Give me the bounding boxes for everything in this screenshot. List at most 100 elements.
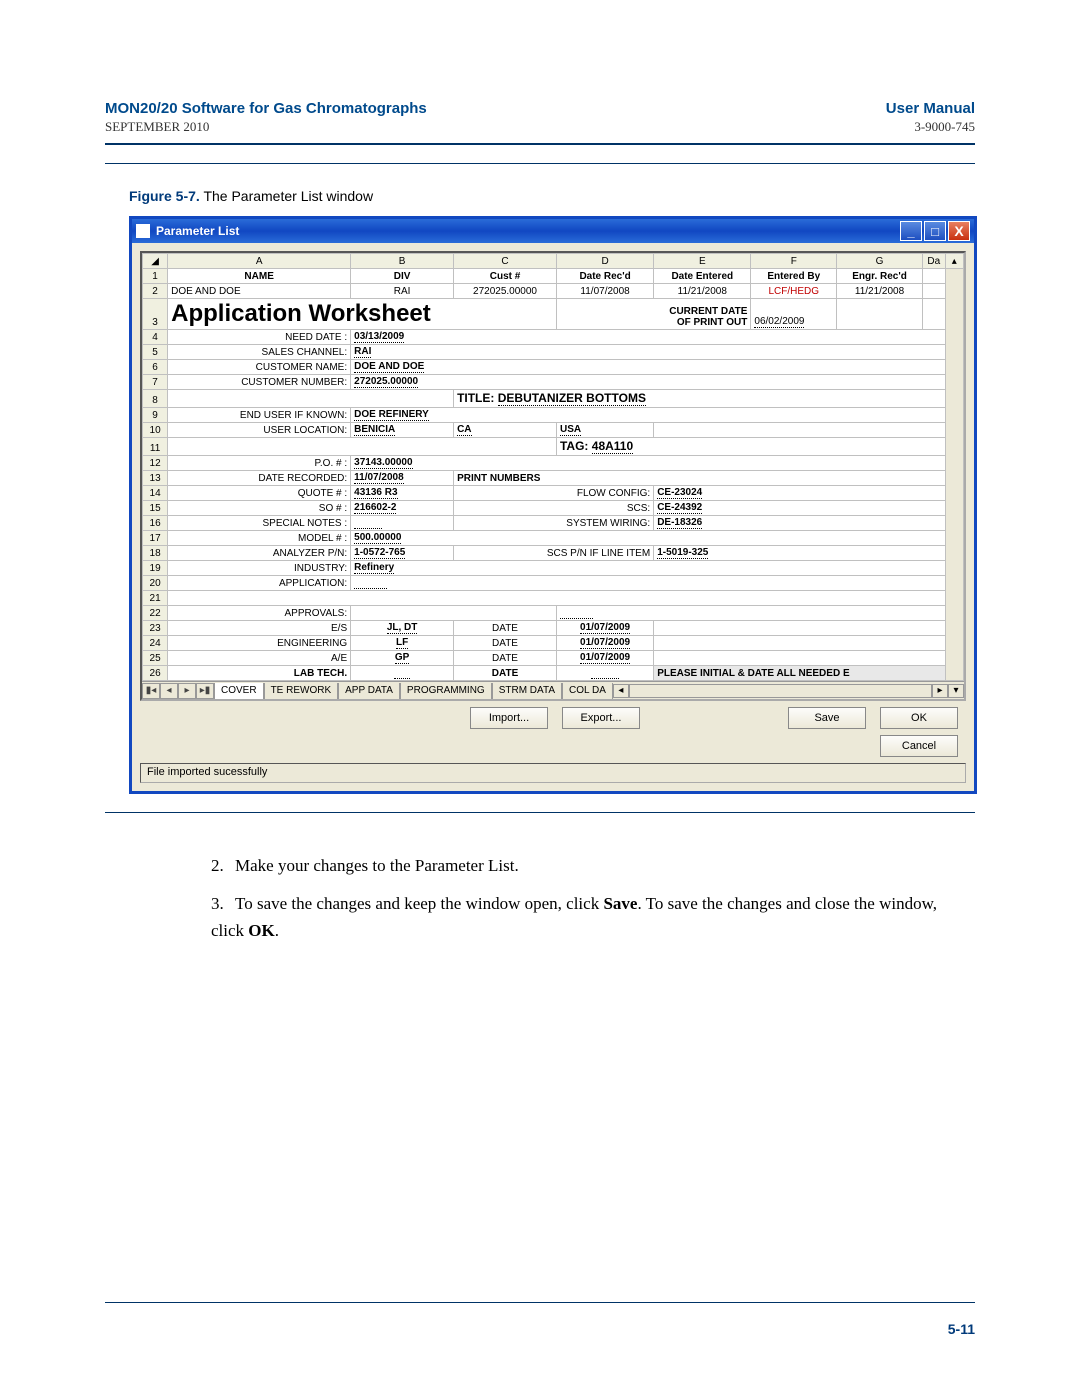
row-header[interactable]: 5 [143,345,168,360]
vscroll-down[interactable]: ▾ [948,684,964,698]
cell[interactable]: ENGINEERING [168,636,351,651]
row-header[interactable]: 20 [143,576,168,591]
cell[interactable]: 43136 R3 [351,486,454,501]
cell[interactable]: USER LOCATION: [168,423,351,438]
cell[interactable]: 06/02/2009 [751,299,837,330]
cell[interactable]: ANALYZER P/N: [168,546,351,561]
cell[interactable]: LCF/HEDG [751,284,837,299]
tab-nav-first[interactable]: ▮◂ [142,683,160,699]
cell[interactable]: GP [351,651,454,666]
row-header[interactable]: 24 [143,636,168,651]
tab-nav-prev[interactable]: ◂ [160,683,178,699]
cell[interactable]: Date Rec'd [556,269,653,284]
cell[interactable]: RAI [351,345,945,360]
cell[interactable]: DATE [454,621,557,636]
cell[interactable] [556,666,653,681]
cell[interactable]: SALES CHANNEL: [168,345,351,360]
cell[interactable] [556,606,945,621]
cell[interactable]: CE-24392 [654,501,945,516]
row-header[interactable]: 26 [143,666,168,681]
cell[interactable]: Engr. Rec'd [837,269,923,284]
select-all-cell[interactable]: ◢ [143,254,168,269]
row-header[interactable]: 18 [143,546,168,561]
cell[interactable]: APPROVALS: [168,606,351,621]
col-header-E[interactable]: E [654,254,751,269]
vscroll-up[interactable]: ▴ [945,254,963,269]
row-header[interactable]: 4 [143,330,168,345]
hscroll-right[interactable]: ▸ [932,684,948,698]
col-header-A[interactable]: A [168,254,351,269]
cell[interactable]: USA [556,423,653,438]
cell[interactable]: LAB TECH. [168,666,351,681]
spreadsheet-grid[interactable]: ◢ A B C D E F G Da ▴ 1 NAME DIV [142,253,964,681]
export-button[interactable]: Export... [562,707,640,729]
cell[interactable]: DATE [454,636,557,651]
cell[interactable]: QUOTE # : [168,486,351,501]
sheet-tab-te-rework[interactable]: TE REWORK [264,683,339,699]
cell[interactable]: Cust # [454,269,557,284]
cell[interactable]: 11/21/2008 [654,284,751,299]
col-header-G[interactable]: G [837,254,923,269]
minimize-button[interactable]: _ [900,221,922,241]
cell[interactable]: SO # : [168,501,351,516]
col-header-partial[interactable]: Da [922,254,945,269]
cell[interactable] [351,576,945,591]
cell[interactable]: NEED DATE : [168,330,351,345]
cell[interactable]: CE-23024 [654,486,945,501]
cell[interactable]: E/S [168,621,351,636]
row-header[interactable]: 10 [143,423,168,438]
row-header[interactable]: 19 [143,561,168,576]
cell[interactable]: APPLICATION: [168,576,351,591]
cell[interactable]: Application Worksheet [168,299,557,330]
cell[interactable]: RAI [351,284,454,299]
cell[interactable]: Entered By [751,269,837,284]
cell[interactable]: DOE REFINERY [351,408,945,423]
col-header-F[interactable]: F [751,254,837,269]
cell[interactable]: MODEL # : [168,531,351,546]
sheet-tab-col-da[interactable]: COL DA [562,683,613,699]
row-header[interactable]: 7 [143,375,168,390]
row-header[interactable]: 23 [143,621,168,636]
col-header-D[interactable]: D [556,254,653,269]
row-header[interactable]: 16 [143,516,168,531]
cell[interactable]: DE-18326 [654,516,945,531]
cell[interactable] [351,666,454,681]
cell[interactable]: DATE [454,651,557,666]
cell[interactable]: 1-0572-765 [351,546,454,561]
cell[interactable]: Refinery [351,561,945,576]
cell[interactable]: 37143.00000 [351,456,945,471]
cancel-button[interactable]: Cancel [880,735,958,757]
hscroll-left[interactable]: ◂ [613,684,629,698]
import-button[interactable]: Import... [470,707,548,729]
cell[interactable]: 01/07/2009 [556,621,653,636]
cell[interactable]: A/E [168,651,351,666]
cell[interactable]: JL, DT [351,621,454,636]
cell[interactable]: 500.00000 [351,531,945,546]
sheet-tab-app-data[interactable]: APP DATA [338,683,400,699]
cell[interactable]: 01/07/2009 [556,651,653,666]
row-header[interactable]: 17 [143,531,168,546]
close-button[interactable]: X [948,221,970,241]
cell[interactable]: Date Entered [654,269,751,284]
sheet-tab-strm-data[interactable]: STRM DATA [492,683,562,699]
hscroll-track[interactable] [629,684,932,698]
cell[interactable]: P.O. # : [168,456,351,471]
row-header[interactable]: 22 [143,606,168,621]
cell[interactable]: TITLE: DEBUTANIZER BOTTOMS [454,390,946,408]
row-header[interactable]: 14 [143,486,168,501]
cell[interactable]: DOE AND DOE [351,360,945,375]
cell[interactable]: END USER IF KNOWN: [168,408,351,423]
cell[interactable]: DIV [351,269,454,284]
row-header[interactable]: 2 [143,284,168,299]
cell[interactable]: 272025.00000 [351,375,945,390]
cell[interactable]: SCS P/N IF LINE ITEM [454,546,654,561]
cell[interactable]: SCS: [454,501,654,516]
cell[interactable]: SYSTEM WIRING: [454,516,654,531]
cell[interactable]: 03/13/2009 [351,330,945,345]
sheet-tab-programming[interactable]: PROGRAMMING [400,683,492,699]
tab-nav-last[interactable]: ▸▮ [196,683,214,699]
window-titlebar[interactable]: Parameter List _ □ X [132,219,974,243]
row-header[interactable]: 25 [143,651,168,666]
cell[interactable]: BENICIA [351,423,454,438]
row-header[interactable]: 6 [143,360,168,375]
